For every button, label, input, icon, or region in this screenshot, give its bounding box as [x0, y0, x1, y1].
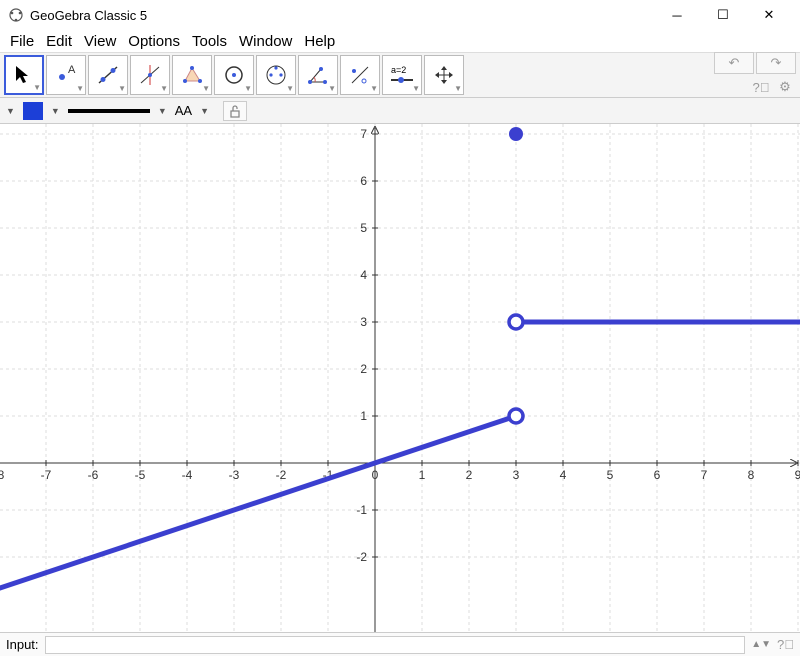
- circle-icon: [222, 63, 246, 87]
- visibility-dropdown[interactable]: ▼: [6, 106, 15, 116]
- svg-text:3: 3: [360, 315, 367, 329]
- svg-text:-2: -2: [356, 550, 367, 564]
- font-dropdown[interactable]: ▼: [200, 106, 209, 116]
- input-bar: Input: ▲▼ ?⃝: [0, 632, 800, 656]
- menu-view[interactable]: View: [78, 31, 122, 52]
- dropdown-caret-icon: ▼: [160, 84, 168, 93]
- tool-move[interactable]: ▼: [4, 55, 44, 95]
- minimize-button[interactable]: ─: [654, 0, 700, 30]
- tool-polygon[interactable]: ▼: [172, 55, 212, 95]
- dropdown-caret-icon: ▼: [454, 84, 462, 93]
- svg-text:7: 7: [360, 127, 367, 141]
- redo-button[interactable]: ↷: [756, 52, 796, 74]
- svg-text:6: 6: [360, 174, 367, 188]
- svg-text:-7: -7: [41, 468, 52, 482]
- lock-button[interactable]: [223, 101, 247, 121]
- input-help-icon[interactable]: ?⃝: [777, 637, 794, 652]
- dropdown-caret-icon: ▼: [370, 84, 378, 93]
- svg-text:5: 5: [360, 221, 367, 235]
- svg-text:2: 2: [466, 468, 473, 482]
- tool-reflect[interactable]: ▼: [340, 55, 380, 95]
- dropdown-caret-icon: ▼: [202, 84, 210, 93]
- title-bar: GeoGebra Classic 5 ─ ☐ ✕: [0, 0, 800, 30]
- dropdown-caret-icon: ▼: [244, 84, 252, 93]
- menu-tools[interactable]: Tools: [186, 31, 233, 52]
- ellipse-icon: [264, 63, 288, 87]
- dropdown-caret-icon: ▼: [412, 84, 420, 93]
- svg-text:8: 8: [748, 468, 755, 482]
- menu-window[interactable]: Window: [233, 31, 298, 52]
- input-label: Input:: [6, 637, 39, 652]
- close-button[interactable]: ✕: [746, 0, 792, 30]
- svg-text:4: 4: [360, 268, 367, 282]
- tool-bar: ▼ A ▼ ▼ ▼ ▼ ▼ ▼ ▼ ▼ a=2 ▼ ▼: [0, 52, 800, 98]
- tool-angle[interactable]: ▼: [298, 55, 338, 95]
- input-dropdown-icon[interactable]: ▲▼: [751, 639, 771, 650]
- menu-bar: File Edit View Options Tools Window Help: [0, 30, 800, 52]
- dropdown-caret-icon: ▼: [286, 84, 294, 93]
- point-icon: A: [54, 63, 78, 87]
- color-swatch[interactable]: [23, 102, 43, 120]
- dropdown-caret-icon: ▼: [33, 83, 41, 92]
- svg-text:-6: -6: [88, 468, 99, 482]
- svg-text:2: 2: [360, 362, 367, 376]
- menu-options[interactable]: Options: [122, 31, 186, 52]
- settings-icon[interactable]: ⚙: [774, 76, 796, 98]
- tool-slider[interactable]: a=2 ▼: [382, 55, 422, 95]
- color-dropdown[interactable]: ▼: [51, 106, 60, 116]
- help-icon[interactable]: ?⃝: [750, 76, 772, 98]
- line-dropdown[interactable]: ▼: [158, 106, 167, 116]
- angle-icon: [306, 63, 330, 87]
- tool-ellipse[interactable]: ▼: [256, 55, 296, 95]
- window-title: GeoGebra Classic 5: [30, 8, 654, 23]
- tool-circle[interactable]: ▼: [214, 55, 254, 95]
- lock-icon: [228, 104, 242, 118]
- menu-help[interactable]: Help: [298, 31, 341, 52]
- line-icon: [96, 63, 120, 87]
- svg-text:0: 0: [372, 468, 379, 482]
- tool-move-view[interactable]: ▼: [424, 55, 464, 95]
- svg-text:5: 5: [607, 468, 614, 482]
- svg-text:-5: -5: [135, 468, 146, 482]
- tool-line[interactable]: ▼: [88, 55, 128, 95]
- svg-text:-4: -4: [182, 468, 193, 482]
- tool-perpendicular[interactable]: ▼: [130, 55, 170, 95]
- svg-text:7: 7: [701, 468, 708, 482]
- line-style-swatch[interactable]: [68, 109, 150, 113]
- svg-text:-3: -3: [229, 468, 240, 482]
- svg-text:3: 3: [513, 468, 520, 482]
- tool-point[interactable]: A ▼: [46, 55, 86, 95]
- style-bar: ▼ ▼ ▼ AA ▼: [0, 98, 800, 124]
- svg-text:6: 6: [654, 468, 661, 482]
- svg-text:-2: -2: [276, 468, 287, 482]
- menu-file[interactable]: File: [4, 31, 40, 52]
- svg-text:1: 1: [360, 409, 367, 423]
- svg-text:a=2: a=2: [391, 65, 406, 75]
- svg-text:-8: -8: [0, 468, 5, 482]
- svg-text:A: A: [68, 64, 76, 76]
- input-field[interactable]: [45, 636, 746, 654]
- perpendicular-icon: [138, 63, 162, 87]
- font-size-label[interactable]: AA: [175, 103, 192, 118]
- svg-text:1: 1: [419, 468, 426, 482]
- dropdown-caret-icon: ▼: [328, 84, 336, 93]
- dropdown-caret-icon: ▼: [76, 84, 84, 93]
- svg-text:9: 9: [795, 468, 800, 482]
- app-icon: [8, 7, 24, 23]
- reflect-icon: [348, 63, 372, 87]
- polygon-icon: [180, 63, 204, 87]
- menu-edit[interactable]: Edit: [40, 31, 78, 52]
- svg-text:4: 4: [560, 468, 567, 482]
- svg-text:-1: -1: [356, 503, 367, 517]
- graphics-view[interactable]: -8-7-6-5-4-3-2-10123456789-2-11234567: [0, 124, 800, 632]
- undo-button[interactable]: ↶: [714, 52, 754, 74]
- dropdown-caret-icon: ▼: [118, 84, 126, 93]
- maximize-button[interactable]: ☐: [700, 0, 746, 30]
- move-view-icon: [432, 63, 456, 87]
